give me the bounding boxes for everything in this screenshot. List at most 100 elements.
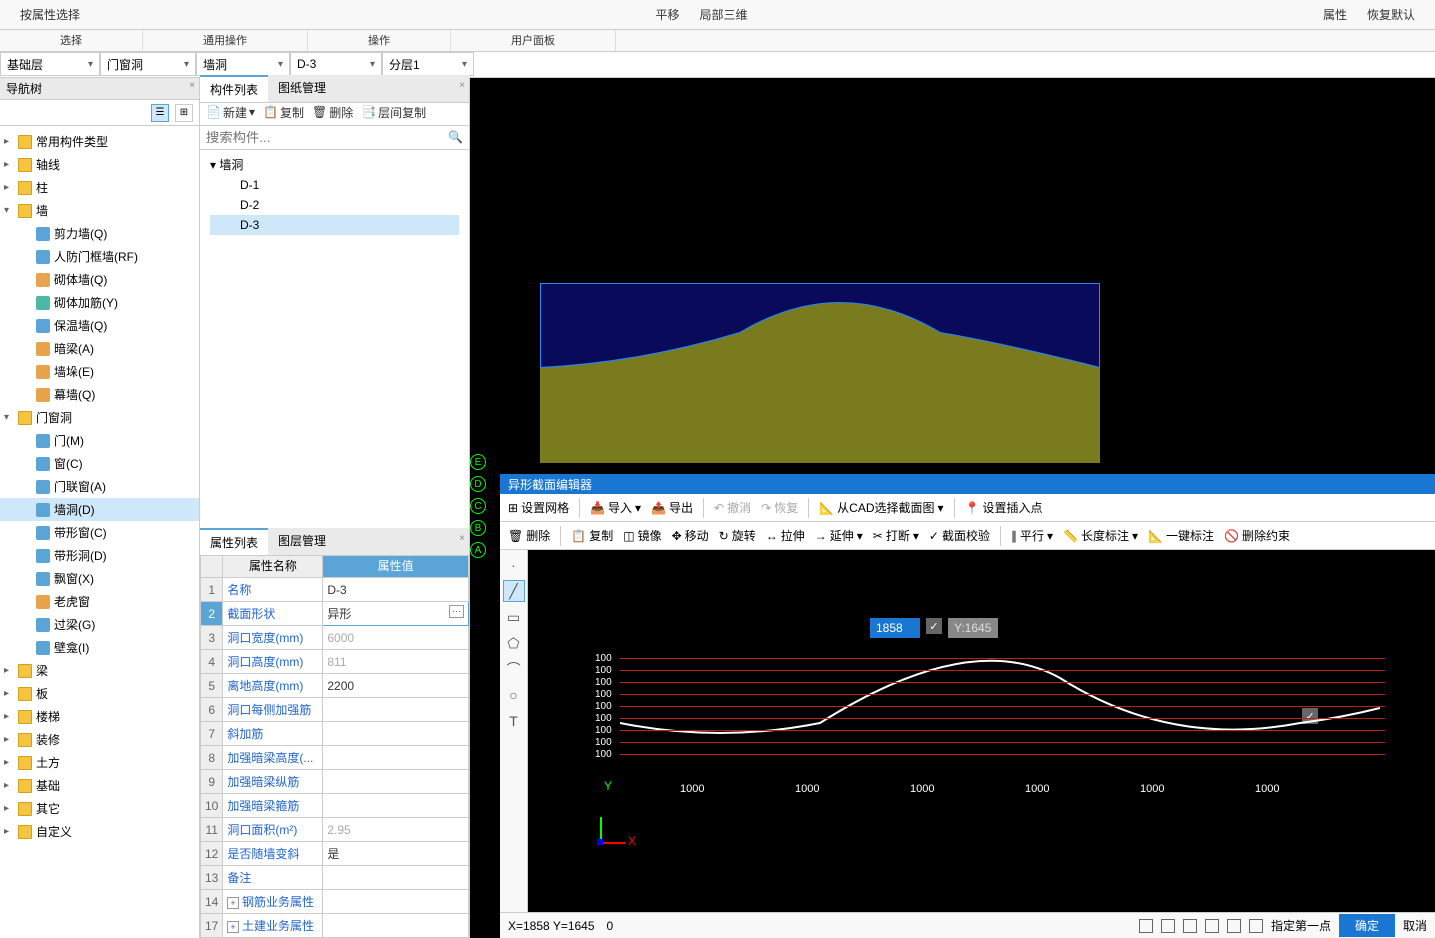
cancel-button[interactable]: 取消 xyxy=(1403,917,1427,934)
tree-node-板[interactable]: ▸板 xyxy=(0,682,199,705)
ribbon-properties[interactable]: 属性 xyxy=(1323,6,1347,23)
prop-row-7[interactable]: 7斜加筋 xyxy=(201,722,469,746)
tree-node-保温墙(Q)[interactable]: 保温墙(Q) xyxy=(0,314,199,337)
status-icon-3[interactable] xyxy=(1183,919,1197,933)
component-item-D-1[interactable]: D-1 xyxy=(210,175,459,195)
dropdown-floor[interactable]: 基础层 xyxy=(0,52,100,76)
tree-node-梁[interactable]: ▸梁 xyxy=(0,659,199,682)
comp-floor-copy-button[interactable]: 📑层间复制 xyxy=(361,104,426,121)
ribbon-select-by-attr[interactable]: 按属性选择 xyxy=(20,6,80,23)
draw-polygon[interactable]: ⬠ xyxy=(503,632,525,654)
editor-canvas[interactable]: · ╱ ▭ ⬠ ⌒ ○ T 1858 ✓ Y:1645 ✓ xyxy=(500,550,1435,912)
tab-drawing-manage[interactable]: 图纸管理 xyxy=(268,75,336,102)
component-search-input[interactable] xyxy=(200,128,442,147)
editor-auto-dim[interactable]: 📐 一键标注 xyxy=(1148,527,1214,544)
tree-node-轴线[interactable]: ▸轴线 xyxy=(0,153,199,176)
draw-point[interactable]: · xyxy=(503,554,525,576)
tree-node-砌体加筋(Y)[interactable]: 砌体加筋(Y) xyxy=(0,291,199,314)
tree-node-幕墙(Q)[interactable]: 幕墙(Q) xyxy=(0,383,199,406)
viewport[interactable]: EDCBA 异形截面编辑器 ⊞ 设置网格 📥 导入 ▾ 📤 导出 ↶ 撤消 ↷ … xyxy=(470,78,1435,938)
editor-move[interactable]: ✥ 移动 xyxy=(672,527,709,544)
editor-redo[interactable]: ↷ 恢复 xyxy=(761,499,798,516)
editor-set-grid[interactable]: ⊞ 设置网格 xyxy=(508,499,569,516)
comp-delete-button[interactable]: 🗑删除 xyxy=(312,104,353,121)
editor-stretch[interactable]: ↔ 拉伸 xyxy=(766,527,805,544)
status-icon-6[interactable] xyxy=(1249,919,1263,933)
prop-row-11[interactable]: 11洞口面积(m²)2.95 xyxy=(201,818,469,842)
tree-node-楼梯[interactable]: ▸楼梯 xyxy=(0,705,199,728)
prop-row-9[interactable]: 9加强暗梁纵筋 xyxy=(201,770,469,794)
tree-node-门联窗(A)[interactable]: 门联窗(A) xyxy=(0,475,199,498)
prop-row-10[interactable]: 10加强暗梁箍筋 xyxy=(201,794,469,818)
ribbon-local-3d[interactable]: 局部三维 xyxy=(700,6,748,23)
property-panel-close[interactable]: × xyxy=(459,533,465,544)
tab-component-list[interactable]: 构件列表 xyxy=(200,75,268,102)
prop-row-8[interactable]: 8加强暗梁高度(... xyxy=(201,746,469,770)
tree-node-老虎窗[interactable]: 老虎窗 xyxy=(0,590,199,613)
tree-node-自定义[interactable]: ▸自定义 xyxy=(0,820,199,843)
nav-view-list[interactable]: ☰ xyxy=(151,104,169,122)
tree-node-带形窗(C)[interactable]: 带形窗(C) xyxy=(0,521,199,544)
draw-arc[interactable]: ⌒ xyxy=(503,658,525,680)
tree-node-其它[interactable]: ▸其它 xyxy=(0,797,199,820)
tree-node-壁龛(I)[interactable]: 壁龛(I) xyxy=(0,636,199,659)
prop-row-13[interactable]: 13备注 xyxy=(201,866,469,890)
prop-row-1[interactable]: 1名称D-3 xyxy=(201,578,469,602)
dropdown-layer[interactable]: 分层1 xyxy=(382,52,474,76)
tree-node-门(M)[interactable]: 门(M) xyxy=(0,429,199,452)
status-icon-2[interactable] xyxy=(1161,919,1175,933)
tree-node-墙垛(E)[interactable]: 墙垛(E) xyxy=(0,360,199,383)
search-icon[interactable]: 🔍 xyxy=(442,130,469,144)
tree-node-带形洞(D)[interactable]: 带形洞(D) xyxy=(0,544,199,567)
component-item-D-2[interactable]: D-2 xyxy=(210,195,459,215)
tree-node-砌体墙(Q)[interactable]: 砌体墙(Q) xyxy=(0,268,199,291)
tree-node-柱[interactable]: ▸柱 xyxy=(0,176,199,199)
tree-node-过梁(G)[interactable]: 过梁(G) xyxy=(0,613,199,636)
coord-x-check[interactable]: ✓ xyxy=(926,618,942,634)
prop-row-17[interactable]: 17+ 土建业务属性 xyxy=(201,914,469,938)
tree-node-墙洞(D)[interactable]: 墙洞(D) xyxy=(0,498,199,521)
status-icon-5[interactable] xyxy=(1227,919,1241,933)
dropdown-category[interactable]: 门窗洞 xyxy=(100,52,196,76)
tree-node-墙[interactable]: ▾墙 xyxy=(0,199,199,222)
draw-line[interactable]: ╱ xyxy=(503,580,525,602)
coord-x-input[interactable]: 1858 xyxy=(870,618,920,638)
editor-verify[interactable]: ✓ 截面校验 xyxy=(929,527,990,544)
editor-parallel[interactable]: ∥ 平行 ▾ xyxy=(1011,527,1053,544)
editor-import[interactable]: 📥 导入 ▾ xyxy=(590,499,641,516)
tree-node-暗梁(A)[interactable]: 暗梁(A) xyxy=(0,337,199,360)
tree-node-窗(C)[interactable]: 窗(C) xyxy=(0,452,199,475)
viewport-3d[interactable] xyxy=(470,78,1435,468)
prop-row-2[interactable]: 2截面形状异形⋯ xyxy=(201,602,469,626)
editor-rotate[interactable]: ↻ 旋转 xyxy=(719,527,756,544)
ribbon-pan[interactable]: 平移 xyxy=(655,6,679,23)
tree-node-装修[interactable]: ▸装修 xyxy=(0,728,199,751)
comp-new-button[interactable]: 📄新建 ▾ xyxy=(206,104,255,121)
editor-undo[interactable]: ↶ 撤消 xyxy=(714,499,751,516)
ribbon-reset-default[interactable]: 恢复默认 xyxy=(1367,6,1415,23)
editor-mirror[interactable]: ◫ 镜像 xyxy=(623,527,661,544)
tab-layer-manage[interactable]: 图层管理 xyxy=(268,528,336,555)
editor-set-insert[interactable]: 📍 设置插入点 xyxy=(965,499,1043,516)
tab-property-list[interactable]: 属性列表 xyxy=(200,528,268,555)
prop-edit-button[interactable]: ⋯ xyxy=(449,605,464,618)
ok-button[interactable]: 确定 xyxy=(1339,914,1395,937)
editor-delete[interactable]: 🗑 删除 xyxy=(508,527,550,544)
nav-view-grid[interactable]: ⊞ xyxy=(175,104,193,122)
comp-copy-button[interactable]: 📋复制 xyxy=(263,104,304,121)
status-icon-4[interactable] xyxy=(1205,919,1219,933)
prop-row-6[interactable]: 6洞口每侧加强筋 xyxy=(201,698,469,722)
component-group[interactable]: ▾ 墙洞 xyxy=(210,154,459,175)
editor-break[interactable]: ✂ 打断 ▾ xyxy=(873,527,919,544)
component-panel-close[interactable]: × xyxy=(459,80,465,91)
editor-delete-constraint[interactable]: 🚫 删除约束 xyxy=(1224,527,1290,544)
tree-node-人防门框墙(RF)[interactable]: 人防门框墙(RF) xyxy=(0,245,199,268)
editor-from-cad[interactable]: 📐 从CAD选择截面图 ▾ xyxy=(819,499,943,516)
draw-circle[interactable]: ○ xyxy=(503,684,525,706)
editor-dim-length[interactable]: 📏 长度标注 ▾ xyxy=(1063,527,1138,544)
nav-tree-close[interactable]: × xyxy=(189,80,195,91)
status-icon-1[interactable] xyxy=(1139,919,1153,933)
tree-node-剪力墙(Q)[interactable]: 剪力墙(Q) xyxy=(0,222,199,245)
tree-node-常用构件类型[interactable]: ▸常用构件类型 xyxy=(0,130,199,153)
prop-row-3[interactable]: 3洞口宽度(mm)6000 xyxy=(201,626,469,650)
